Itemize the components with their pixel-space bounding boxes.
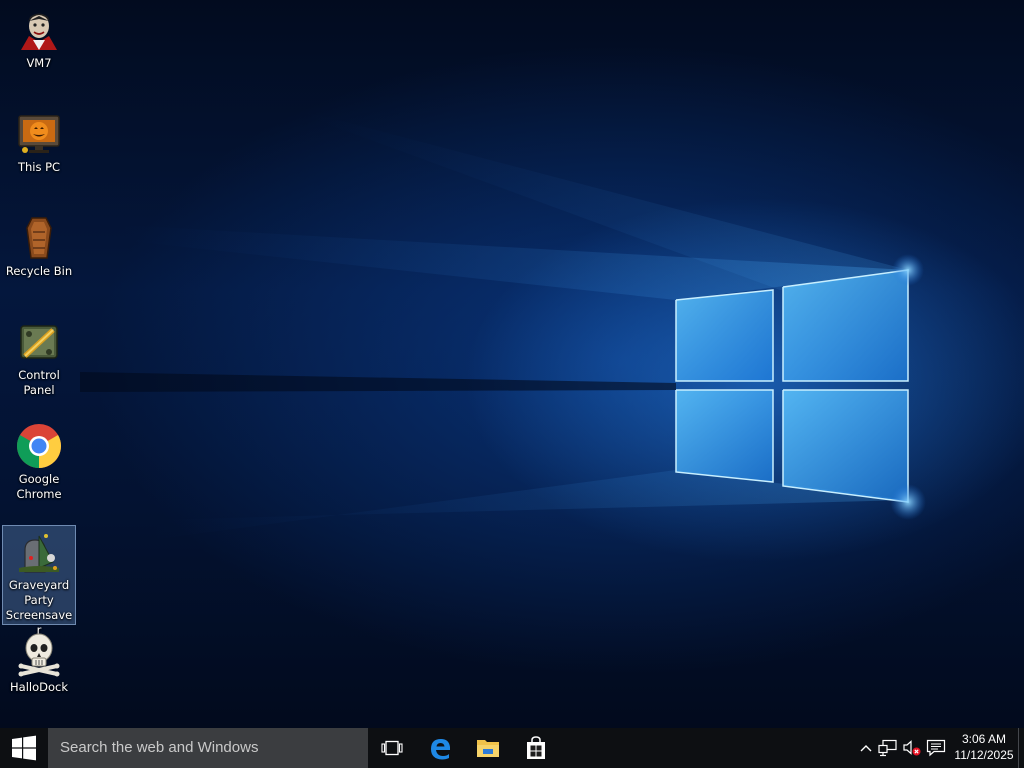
desktop-icon-hallodock[interactable]: HalloDock (2, 628, 76, 698)
search-input[interactable]: Search the web and Windows (48, 728, 368, 768)
desktop-icon-label: This PC (17, 160, 61, 174)
coffin-bin-icon (26, 217, 52, 259)
pumpkin-monitor-icon (18, 115, 60, 153)
show-hidden-icons-button[interactable] (856, 738, 876, 758)
volume-muted-icon (903, 740, 921, 756)
edge-icon (431, 739, 450, 760)
clock-date: 11/12/2025 (954, 748, 1014, 762)
file-explorer-button[interactable] (464, 728, 512, 768)
desktop-icon-this-pc[interactable]: This PC (2, 108, 76, 178)
desktop-icon-vm7[interactable]: VM7 (2, 4, 76, 74)
wallpaper-windows-logo (80, 110, 926, 540)
edge-button[interactable] (416, 728, 464, 768)
chevron-up-icon (860, 745, 872, 752)
desktop-icon-label: VM7 (26, 56, 52, 70)
search-placeholder: Search the web and Windows (60, 739, 259, 756)
store-icon (527, 736, 545, 759)
vampire-icon (21, 13, 57, 50)
task-view-button[interactable] (368, 728, 416, 768)
desktop-icon-label: Recycle Bin (5, 264, 73, 278)
desktop[interactable]: VM7 This PC Recycle Bin Control Panel Go… (0, 0, 1024, 728)
network-icon (878, 739, 897, 757)
desktop-icon-recycle-bin[interactable]: Recycle Bin (2, 212, 76, 282)
skull-crossbones-icon (18, 633, 60, 677)
network-button[interactable] (878, 738, 898, 758)
desktop-icon-label: HalloDock (10, 680, 68, 694)
store-button[interactable] (512, 728, 560, 768)
clock[interactable]: 3:06 AM 11/12/2025 (950, 728, 1018, 768)
desktop-icon-label: Control Panel (18, 368, 60, 397)
windows-logo-icon (12, 735, 36, 761)
spooky-control-panel-icon (20, 325, 58, 359)
clock-time: 3:06 AM (961, 732, 1007, 746)
desktop-icon-google-chrome[interactable]: Google Chrome (2, 420, 76, 505)
chrome-icon (17, 424, 61, 468)
desktop-icon-graveyard-party-screensaver[interactable]: Graveyard Party Screensaver (2, 525, 76, 637)
task-view-icon (381, 740, 403, 756)
action-center-button[interactable] (926, 738, 946, 758)
action-center-icon (926, 739, 946, 757)
start-button[interactable] (0, 728, 48, 768)
taskbar: Search the web and Windows 3:06 AM 11/12… (0, 728, 1024, 768)
volume-button[interactable] (902, 738, 922, 758)
graveyard-party-icon (19, 534, 59, 573)
folder-icon (477, 740, 499, 757)
desktop-icon-control-panel[interactable]: Control Panel (2, 316, 76, 401)
show-desktop-button[interactable] (1018, 728, 1024, 768)
desktop-icon-label: Google Chrome (16, 472, 62, 501)
